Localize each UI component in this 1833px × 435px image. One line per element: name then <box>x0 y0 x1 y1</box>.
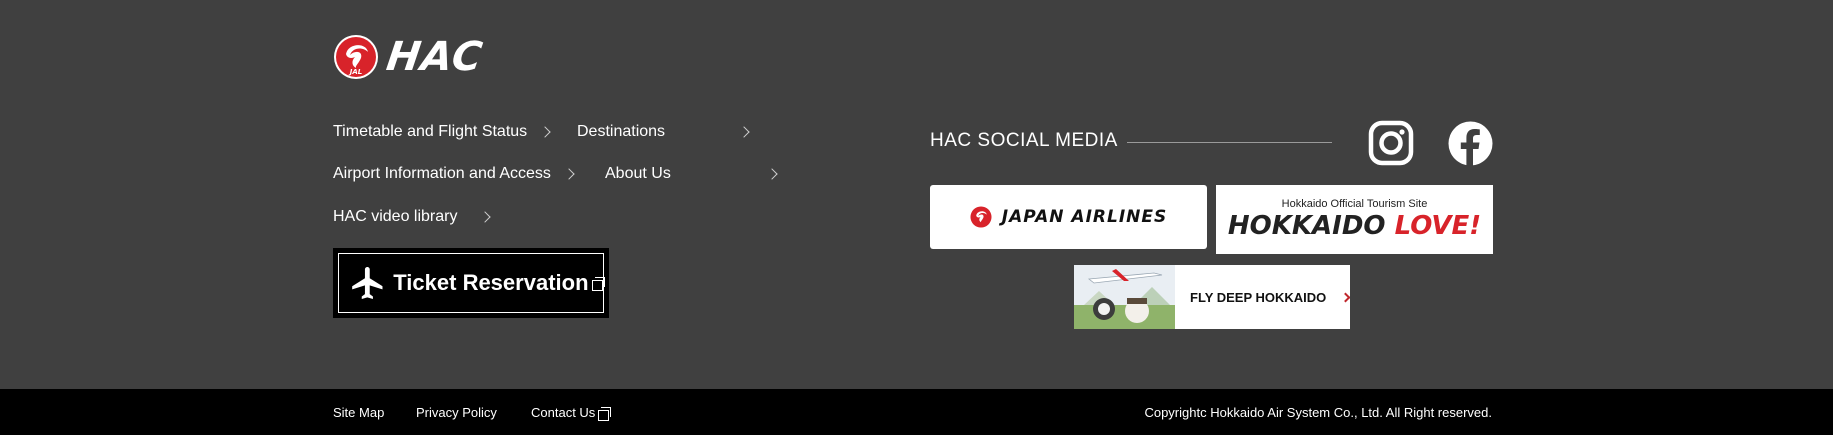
nav-label: HAC video library <box>333 208 458 225</box>
hokkaido-title-part1: HOKKAIDO <box>1227 210 1395 241</box>
ticket-reservation-label: Ticket Reservation <box>393 270 589 295</box>
external-link-icon <box>598 407 612 421</box>
nav-destinations[interactable]: Destinations <box>577 120 750 144</box>
footer-link-privacy-policy[interactable]: Privacy Policy <box>416 405 497 420</box>
hokkaido-title: HOKKAIDO LOVE! <box>1228 210 1481 242</box>
fly-deep-hokkaido-photo <box>1074 265 1175 329</box>
chevron-right-icon <box>563 168 575 180</box>
footer-link-contact-us[interactable]: Contact Us <box>531 405 612 421</box>
chevron-right-icon <box>539 126 551 138</box>
ticket-reservation-frame: Ticket Reservation <box>338 253 606 313</box>
facebook-icon[interactable] <box>1447 120 1494 167</box>
nav-airport-info[interactable]: Airport Information and Access <box>333 162 575 186</box>
chevron-right-icon <box>766 168 778 180</box>
nav-about-us[interactable]: About Us <box>605 162 778 186</box>
footer-link-label: Privacy Policy <box>416 405 497 420</box>
instagram-icon[interactable] <box>1368 120 1414 166</box>
airplane-icon <box>352 267 383 299</box>
logo-text: HAC <box>383 34 486 80</box>
nav-timetable[interactable]: Timetable and Flight Status <box>333 120 551 144</box>
fly-deep-hokkaido-label: FLY DEEP HOKKAIDO <box>1190 289 1327 305</box>
fly-deep-hokkaido-banner[interactable]: FLY DEEP HOKKAIDO <box>1074 265 1350 329</box>
nav-video-library[interactable]: HAC video library <box>333 205 492 229</box>
footer-bar: Site Map Privacy Policy Contact Us Copyr… <box>0 389 1833 435</box>
external-link-icon <box>591 277 606 291</box>
chevron-right-icon <box>479 211 492 223</box>
japan-airlines-label: JAPAN AIRLINES <box>1001 207 1168 227</box>
nav-label: Destinations <box>577 123 666 140</box>
nav-label: Airport Information and Access <box>333 165 551 182</box>
hac-logo[interactable]: JAL HAC <box>333 34 486 80</box>
footer-main: JAL HAC Timetable and Flight Status Dest… <box>0 0 1833 389</box>
hokkaido-love-banner[interactable]: Hokkaido Official Tourism Site HOKKAIDO … <box>1216 185 1493 254</box>
chevron-right-icon <box>1340 292 1350 302</box>
social-media-title: HAC SOCIAL MEDIA <box>930 130 1118 151</box>
ticket-reservation-button[interactable]: Ticket Reservation <box>333 248 609 318</box>
hokkaido-title-part2: LOVE! <box>1394 210 1482 241</box>
social-divider <box>1127 142 1332 143</box>
footer-link-site-map[interactable]: Site Map <box>333 405 384 420</box>
chevron-right-icon <box>738 126 750 138</box>
japan-airlines-banner[interactable]: JAPAN AIRLINES <box>930 185 1207 249</box>
nav-label: About Us <box>605 165 671 182</box>
nav-label: Timetable and Flight Status <box>333 123 528 140</box>
hokkaido-subtitle: Hokkaido Official Tourism Site <box>1281 197 1428 210</box>
footer-link-label: Site Map <box>333 405 385 420</box>
svg-text:JAL: JAL <box>348 68 362 76</box>
footer-link-label: Contact Us <box>531 405 596 420</box>
jal-crane-logo-icon: JAL <box>334 35 378 79</box>
copyright-text: Copyrightc Hokkaido Air System Co., Ltd.… <box>1144 405 1492 420</box>
jal-crane-logo-icon <box>970 206 992 228</box>
